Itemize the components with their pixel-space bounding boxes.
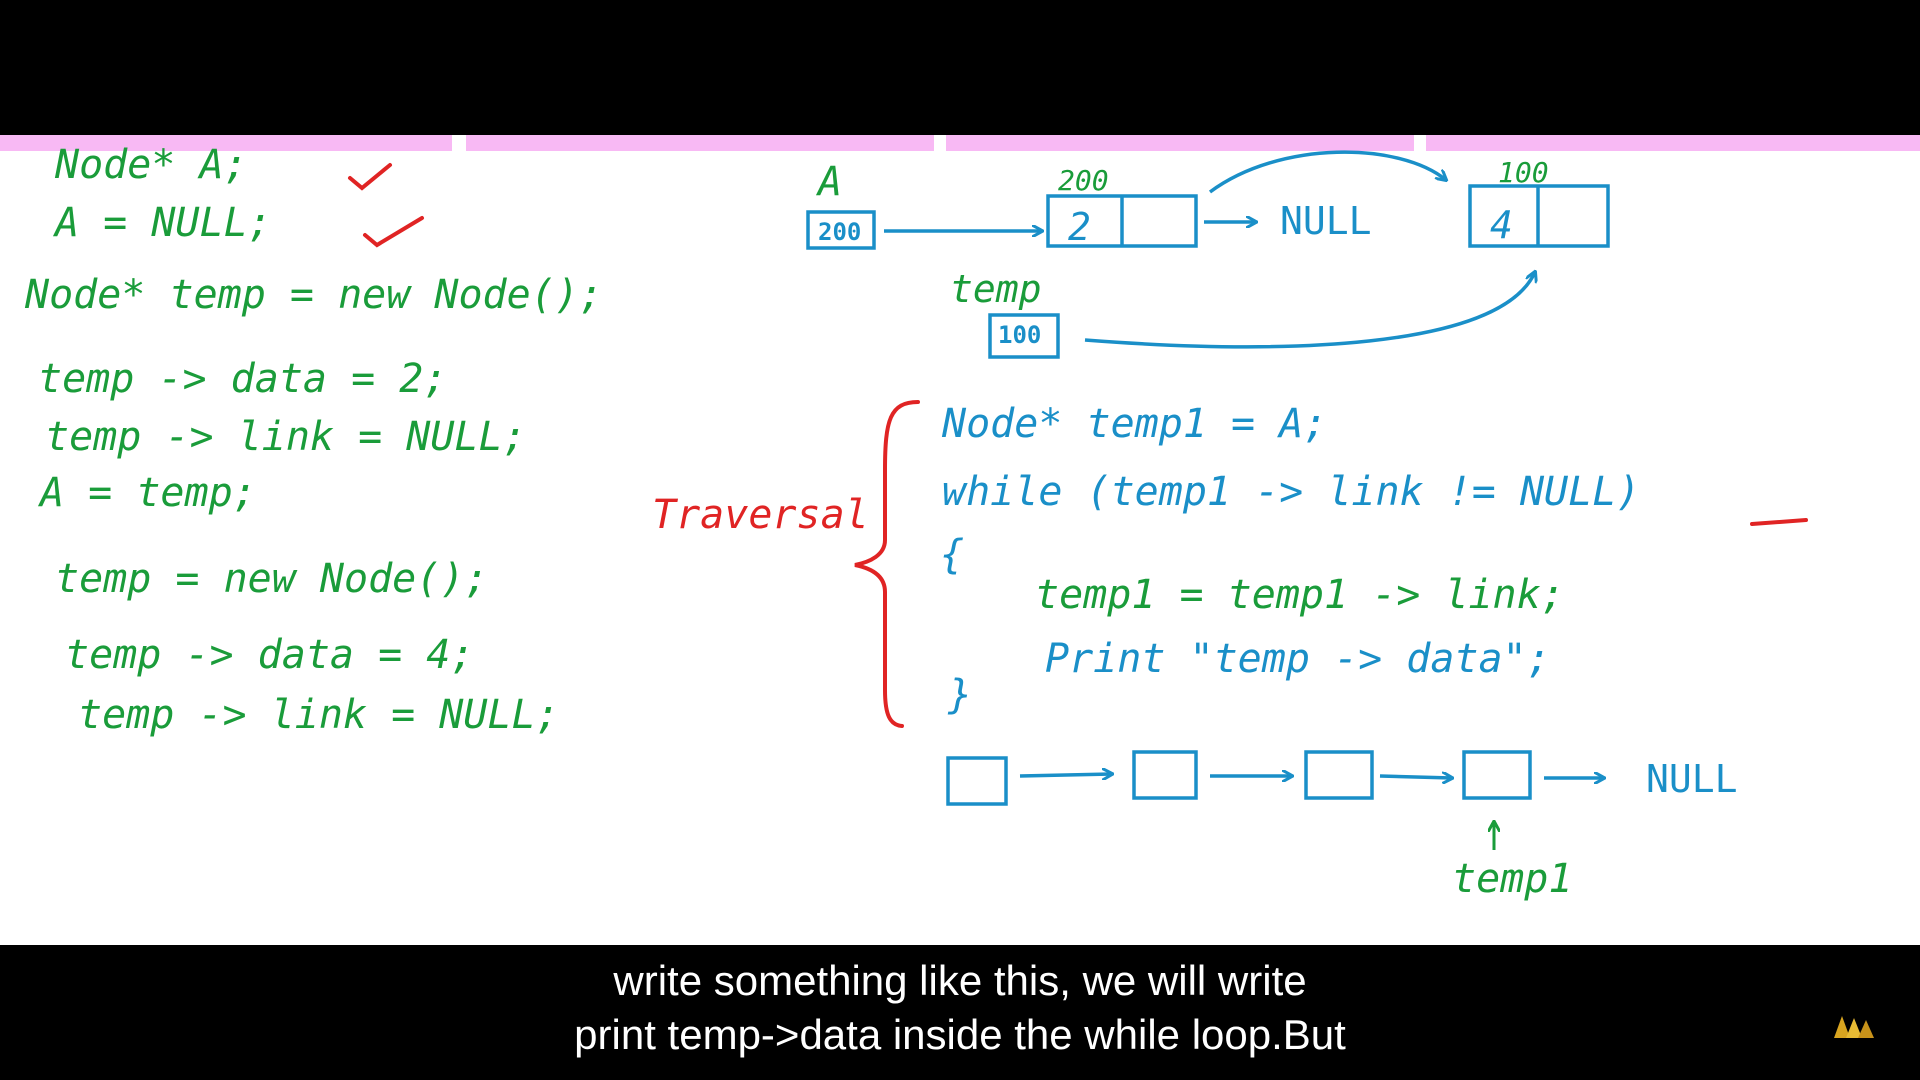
node2-data: 4 [1490, 203, 1513, 247]
traversal-line-2: while (temp1 -> link != NULL) [942, 469, 1640, 515]
whiteboard: Node* A; A = NULL; Node* temp = new Node… [0, 0, 1920, 1080]
code-line-9: temp -> link = NULL; [78, 692, 560, 738]
traversal-line-3: { [940, 532, 964, 578]
code-line-6: A = temp; [37, 470, 257, 516]
head-pointer-value: 200 [818, 218, 861, 246]
subtitle-area: write something like this, we will write… [0, 946, 1920, 1080]
code-line-5: temp -> link = NULL; [45, 414, 527, 460]
null-label: NULL [1280, 199, 1372, 243]
node1-data: 2 [1068, 205, 1091, 249]
code-line-1: Node* A; [54, 142, 248, 188]
code-line-2: A = NULL; [52, 200, 272, 246]
code-line-4: temp -> data = 2; [38, 356, 447, 402]
temp-pointer-value: 100 [998, 321, 1041, 349]
traversal-line-1: Node* temp1 = A; [941, 401, 1327, 447]
logo-icon [1834, 1016, 1874, 1038]
temp-label: temp [950, 267, 1042, 311]
code-line-7: temp = new Node(); [55, 556, 488, 602]
head-label: A [815, 159, 842, 205]
traversal-line-5: Print "temp -> data"; [1045, 636, 1551, 682]
caption-line-2: print temp->data inside the while loop.B… [562, 1008, 1358, 1062]
node1-address: 200 [1058, 164, 1109, 197]
node2-address: 100 [1498, 156, 1549, 189]
list-arrow-1 [1019, 774, 1112, 776]
temp1-pointer-label: temp1 [1452, 856, 1572, 902]
caption-line-1: write something like this, we will write [601, 954, 1319, 1008]
traversal-line-4: temp1 = temp1 -> link; [1035, 572, 1565, 618]
code-line-3: Node* temp = new Node(); [24, 272, 603, 318]
list-arrow-3 [1379, 776, 1452, 778]
list-null-label: NULL [1646, 757, 1738, 801]
traversal-line-6: } [947, 672, 972, 718]
traversal-label: Traversal [652, 492, 869, 538]
code-line-8: temp -> data = 4; [65, 632, 474, 678]
